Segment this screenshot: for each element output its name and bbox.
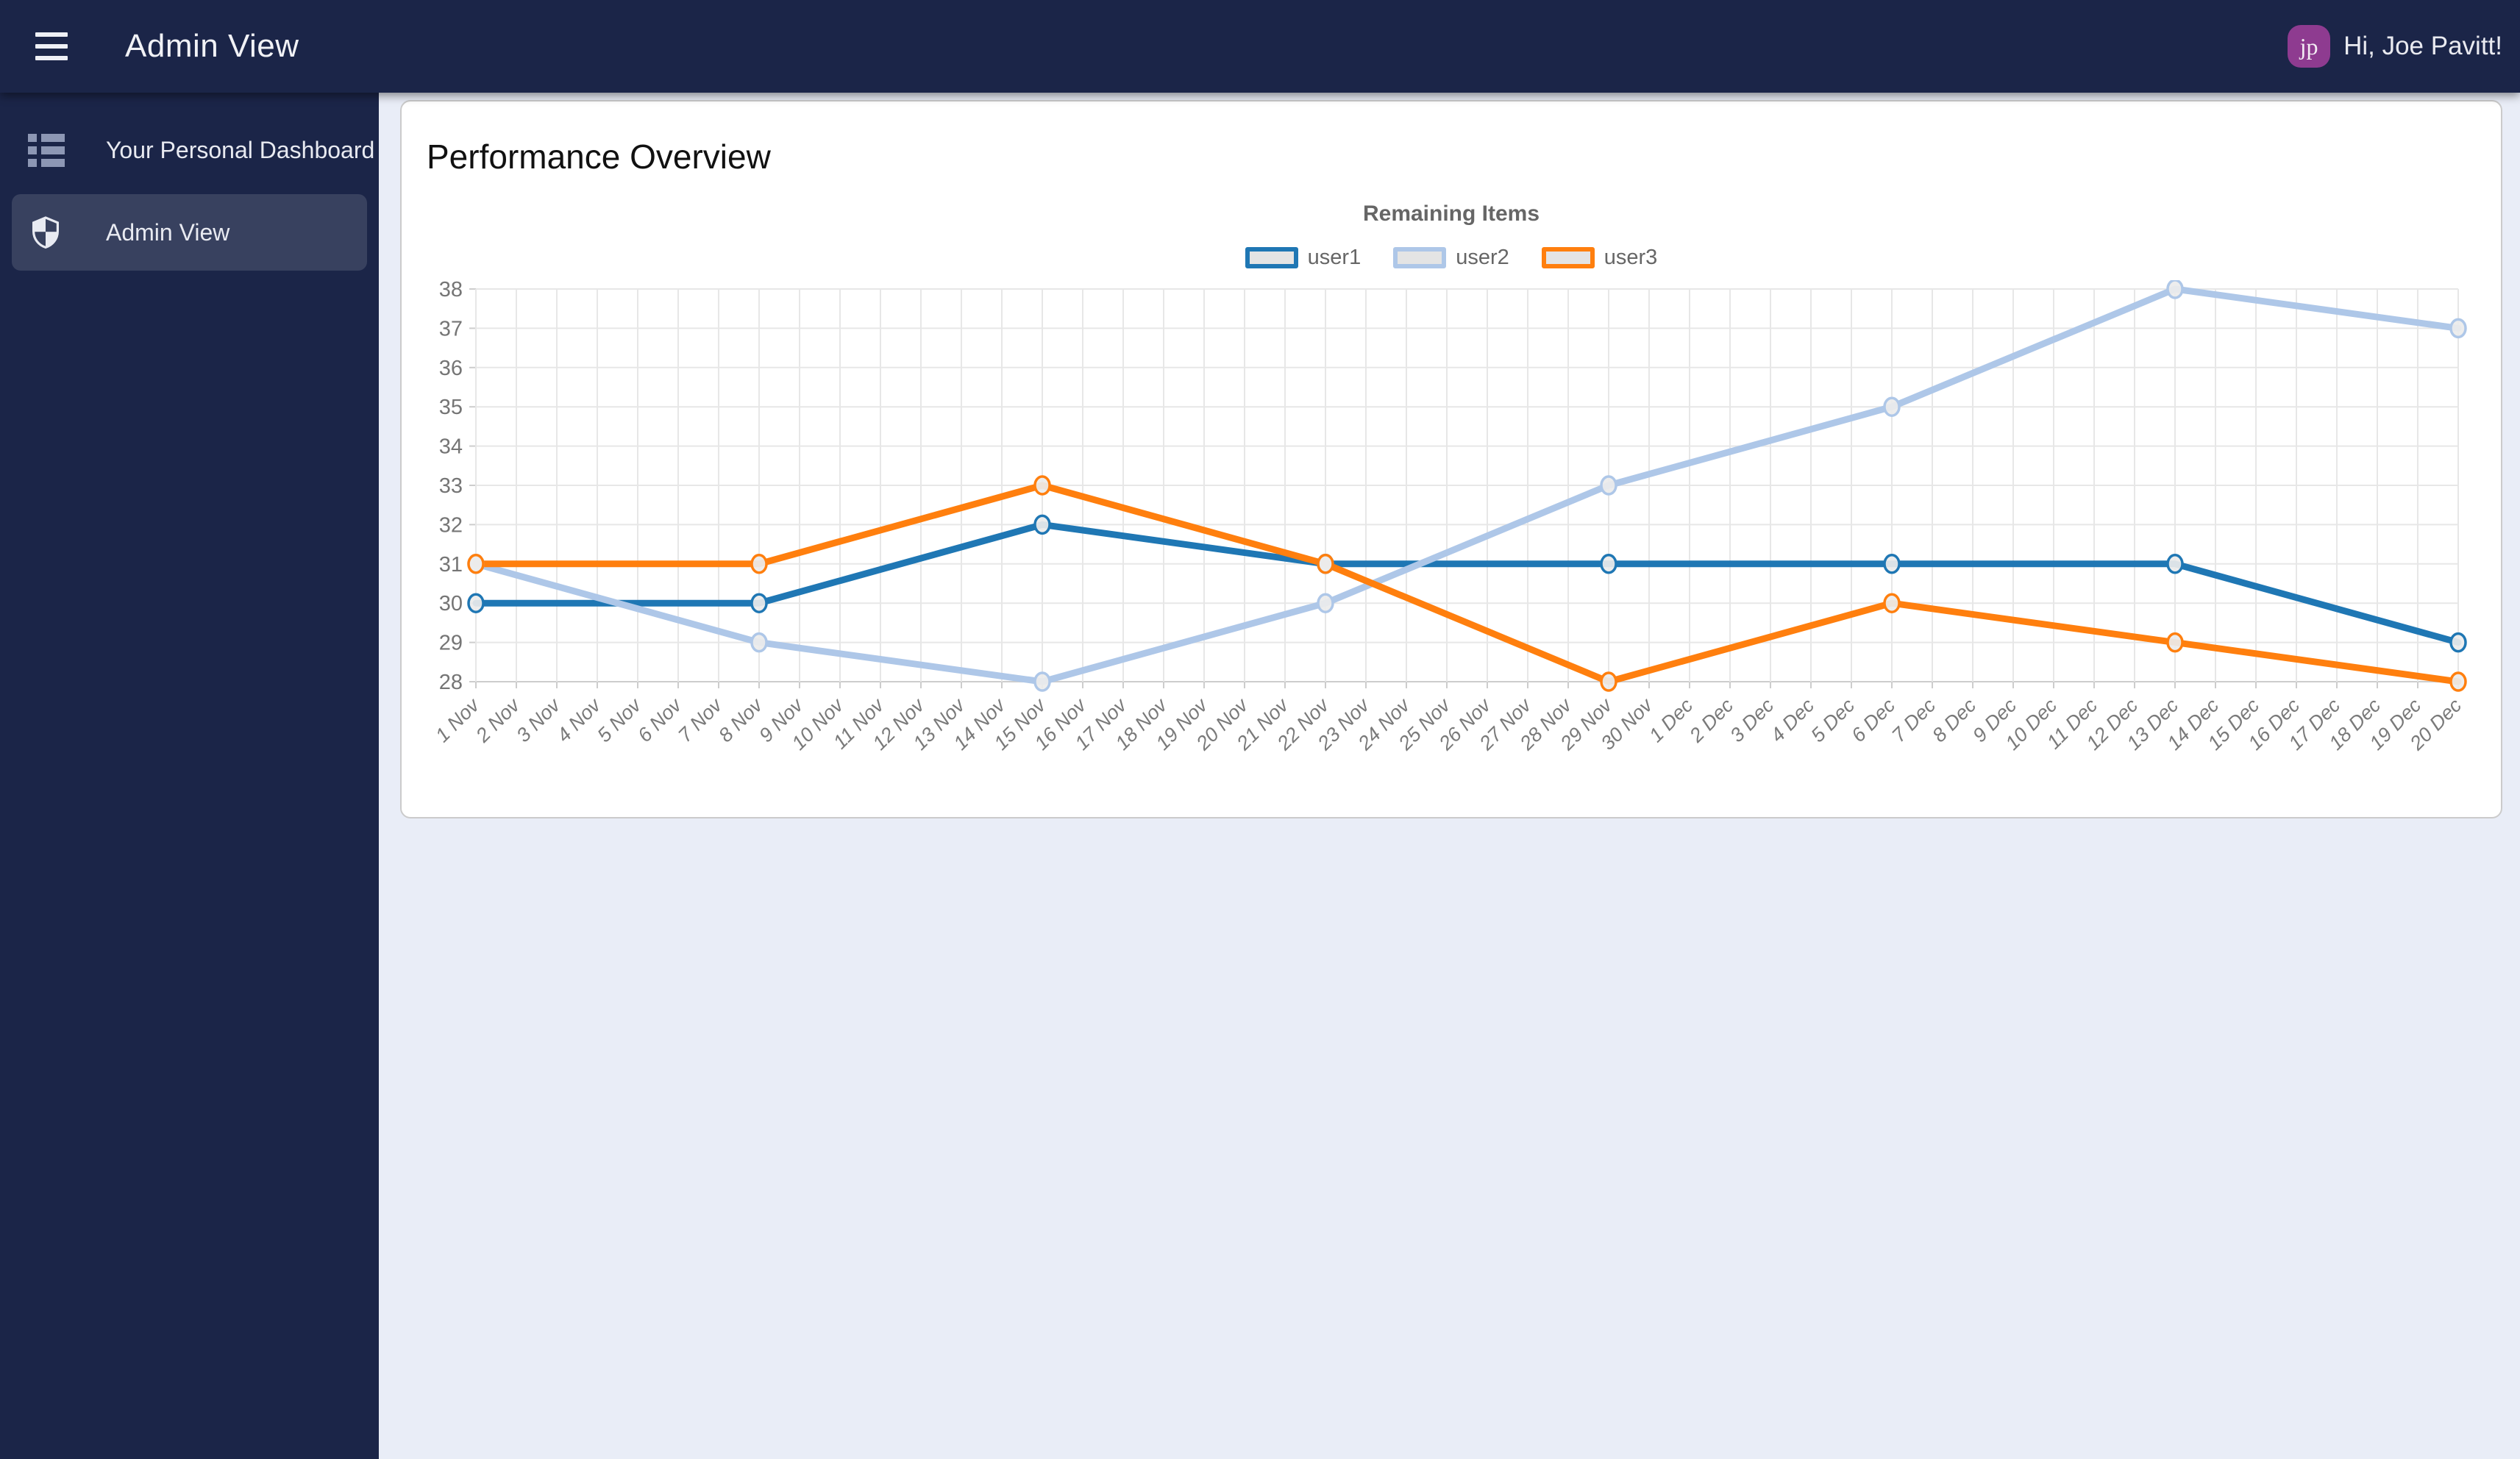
sidebar-item-label: Admin View [106, 218, 230, 246]
data-point-user3 [2449, 671, 2467, 692]
sidebar: Your Personal Dashboard Admin View [0, 93, 379, 1459]
y-tick-label: 31 [439, 553, 463, 577]
x-tick-label: 2 Nov [471, 693, 524, 747]
data-point-user1 [1600, 554, 1617, 574]
data-point-user1 [750, 593, 768, 613]
data-point-user1 [467, 593, 485, 613]
data-point-user2 [2449, 318, 2467, 339]
legend-swatch [1245, 247, 1298, 268]
x-tick-label: 5 Nov [593, 693, 646, 746]
data-point-user1 [1033, 514, 1051, 535]
x-tick-label: 8 Dec [1928, 694, 1980, 746]
x-tick-label: 6 Dec [1847, 694, 1899, 746]
data-point-user2 [1317, 593, 1334, 613]
y-tick-label: 34 [439, 435, 463, 459]
dashboard-list-icon [28, 133, 71, 167]
chart-title: Remaining Items [1362, 201, 1540, 226]
x-tick-label: 1 Nov [431, 693, 484, 746]
legend-item-user1[interactable]: user1 [1245, 246, 1362, 270]
x-tick-label: 4 Dec [1766, 694, 1818, 746]
x-tick-label: 2 Dec [1684, 694, 1737, 747]
data-point-user2 [2166, 279, 2184, 299]
chart-legend: user1 user2 user3 [427, 246, 2476, 270]
x-tick-label: 4 Nov [552, 693, 605, 746]
y-tick-label: 38 [439, 280, 463, 302]
legend-label: user3 [1604, 246, 1658, 269]
y-tick-label: 36 [439, 357, 463, 380]
data-point-user3 [1883, 593, 1901, 613]
x-tick-label: 8 Nov [714, 693, 767, 746]
chart-canvas[interactable]: 28 29 30 31 32 33 34 35 36 37 38 1 Nov 2 Nov 3 Nov 4 N… [427, 278, 2476, 790]
x-tick-label: 7 Nov [674, 693, 727, 746]
sidebar-item-label: Your Personal Dashboard [106, 136, 375, 163]
y-tick-label: 33 [439, 474, 463, 498]
legend-swatch [1393, 247, 1447, 268]
y-tick-label: 35 [439, 396, 463, 419]
avatar[interactable]: jp [2288, 25, 2331, 68]
data-point-user3 [467, 554, 485, 574]
x-tick-label: 7 Dec [1887, 694, 1940, 746]
line-chart-svg: 28 29 30 31 32 33 34 35 36 37 38 1 Nov2 Nov3 Nov4 N… [431, 278, 2467, 755]
data-point-user2 [1883, 396, 1901, 417]
main-area: Performance Overview Remaining Items use… [379, 93, 2520, 1459]
user-greeting: Hi, Joe Pavitt! [2343, 32, 2502, 60]
top-bar: Admin View jp Hi, Joe Pavitt! [0, 0, 2520, 93]
sidebar-item-personal-dashboard[interactable]: Your Personal Dashboard [0, 112, 379, 188]
legend-label: user2 [1456, 246, 1509, 269]
data-point-user2 [1033, 671, 1051, 692]
data-point-user3 [1600, 671, 1617, 692]
x-tick-label: 3 Dec [1726, 694, 1778, 746]
legend-label: user1 [1307, 246, 1362, 269]
y-tick-label: 37 [439, 317, 463, 340]
data-point-user3 [1317, 554, 1334, 574]
page-title: Admin View [125, 28, 299, 64]
data-point-user1 [2166, 554, 2184, 574]
data-point-user3 [750, 554, 768, 574]
data-point-user2 [1600, 475, 1617, 496]
data-point-user1 [1883, 554, 1901, 574]
data-point-user3 [1033, 475, 1051, 496]
x-tick-label: 3 Nov [512, 693, 565, 746]
x-tick-label: 6 Nov [633, 693, 686, 746]
legend-item-user3[interactable]: user3 [1541, 246, 1658, 270]
shield-icon [28, 213, 71, 252]
performance-overview-card: Performance Overview Remaining Items use… [400, 100, 2502, 818]
data-point-user2 [750, 632, 768, 653]
card-title: Performance Overview [427, 138, 771, 176]
sidebar-item-admin-view[interactable]: Admin View [12, 194, 367, 271]
legend-swatch [1541, 247, 1595, 268]
content-row: Your Personal Dashboard Admin View Perfo… [0, 93, 2520, 1459]
series-line-user3 [472, 482, 2462, 685]
y-tick-label: 30 [439, 592, 463, 616]
x-tick-label: 5 Dec [1807, 694, 1859, 746]
y-tick-label: 28 [439, 671, 463, 694]
legend-item-user2[interactable]: user2 [1393, 246, 1509, 270]
y-tick-label: 29 [439, 632, 463, 655]
x-tick-label: 1 Dec [1645, 694, 1697, 746]
data-point-user1 [2449, 632, 2467, 653]
y-tick-label: 32 [439, 513, 463, 537]
data-point-user3 [2166, 632, 2184, 653]
app-root: Admin View jp Hi, Joe Pavitt! Your Perso… [0, 0, 2520, 1459]
menu-hamburger-icon[interactable] [35, 24, 79, 68]
